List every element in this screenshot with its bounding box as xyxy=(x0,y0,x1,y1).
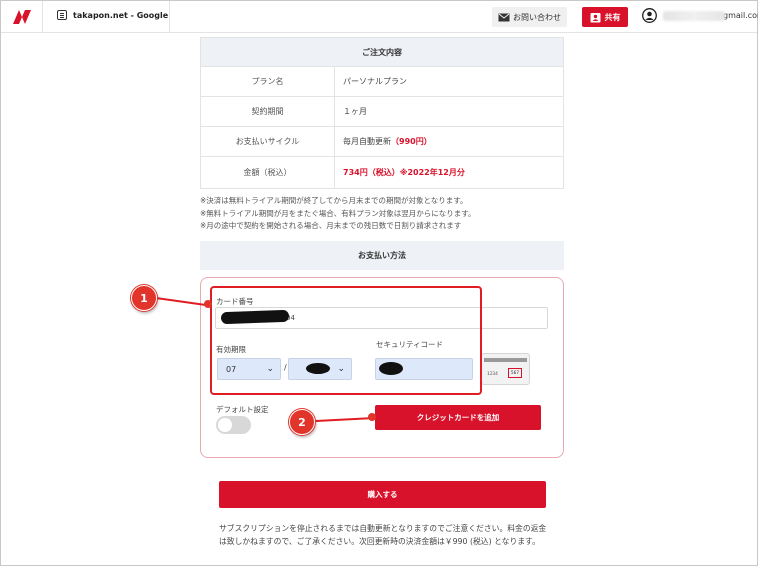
brand-logo[interactable] xyxy=(1,1,43,33)
annotation-dot-2 xyxy=(368,413,376,421)
share-person-icon xyxy=(590,12,600,22)
account-email-suffix: gmail.com xyxy=(723,11,758,20)
header-divider xyxy=(169,1,170,33)
payment-cycle-price: （990円） xyxy=(391,137,432,146)
site-title: takapon.net - Google xyxy=(57,10,168,20)
contract-period-label: 契約期間 xyxy=(201,97,335,126)
account-email-redacted xyxy=(663,10,725,21)
contact-label: お問い合わせ xyxy=(513,12,561,22)
plan-name-value: パーソナルプラン xyxy=(343,77,407,86)
order-summary-table: ご注文内容 プラン名 パーソナルプラン 契約期間 １ヶ月 お支払いサイクル 毎月… xyxy=(200,37,564,189)
annotation-badge-2: 2 xyxy=(289,409,315,435)
default-setting-toggle[interactable] xyxy=(216,416,251,434)
table-row: 契約期間 １ヶ月 xyxy=(201,97,563,127)
document-icon xyxy=(57,10,67,20)
payment-cycle-value: 毎月自動更新 （990円） xyxy=(335,127,563,156)
card-sample-cvc: 567 xyxy=(508,368,522,378)
card-magnetic-stripe xyxy=(484,358,527,362)
default-setting-label: デフォルト設定 xyxy=(216,405,269,414)
payment-method-heading: お支払い方法 xyxy=(200,241,564,270)
subscription-note: サブスクリプションを停止されるまでは自動更新となりますのでご注意ください。料金の… xyxy=(219,524,547,546)
amount-label: 金額（税込） xyxy=(201,157,335,188)
payment-cycle-label: お支払いサイクル xyxy=(201,127,335,156)
share-label: 共有 xyxy=(604,12,621,22)
note-line: ※無料トライアル期間が月をまたぐ場合、有料プラン対象は翌月からになります。 xyxy=(200,208,476,218)
plan-name-label: プラン名 xyxy=(201,67,335,96)
card-sample-number: 1234 xyxy=(487,372,498,377)
card-back-illustration: 1234 567 xyxy=(481,353,530,385)
contract-period-value: １ヶ月 xyxy=(343,107,367,116)
app-header: takapon.net - Google お問い合わせ 共有 gmail.com xyxy=(1,1,758,33)
amount-price: 734円（税込）※2022年12月分 xyxy=(343,168,465,177)
payment-cycle-text: 毎月自動更新 xyxy=(343,137,391,146)
site-title-text: takapon.net - Google xyxy=(73,10,169,20)
note-line: ※決済は無料トライアル期間が終了してから月末までの期間が対象となります。 xyxy=(200,196,468,205)
account-menu[interactable]: gmail.com xyxy=(642,8,758,23)
billing-notes: ※決済は無料トライアル期間が終了してから月末までの期間が対象となります。 ※無料… xyxy=(200,195,475,233)
annotation-highlight-box xyxy=(210,286,482,395)
share-button[interactable]: 共有 xyxy=(582,7,628,27)
account-circle-icon xyxy=(642,8,657,23)
annotation-dot-1 xyxy=(204,300,212,308)
toggle-knob xyxy=(218,418,232,432)
add-credit-card-button[interactable]: クレジットカードを追加 xyxy=(375,405,541,430)
contact-button[interactable]: お問い合わせ xyxy=(492,7,567,27)
brand-logo-icon xyxy=(12,10,31,24)
amount-value: 734円（税込）※2022年12月分 xyxy=(335,157,563,188)
annotation-badge-1: 1 xyxy=(131,285,157,311)
purchase-button[interactable]: 購入する xyxy=(219,481,546,508)
order-heading: ご注文内容 xyxy=(201,38,563,67)
mail-icon xyxy=(498,13,510,21)
note-line: ※月の途中で契約を開始される場合、月末までの残日数で日割り請求されます xyxy=(200,221,462,230)
table-row: 金額（税込） 734円（税込）※2022年12月分 xyxy=(201,157,563,188)
table-row: お支払いサイクル 毎月自動更新 （990円） xyxy=(201,127,563,157)
table-row: プラン名 パーソナルプラン xyxy=(201,67,563,97)
